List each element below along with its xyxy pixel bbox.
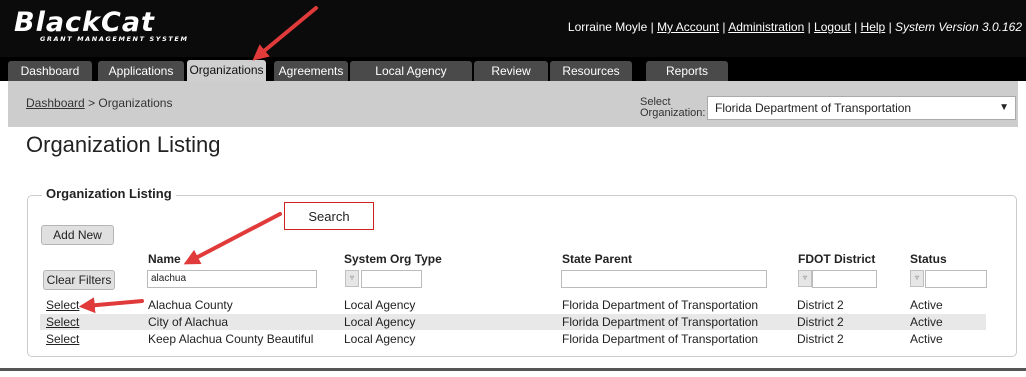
blackcat-logo[interactable]: BlackCat [14, 9, 155, 36]
select-label-line2: Organization: [640, 107, 706, 119]
user-name: Lorraine Moyle [567, 20, 648, 34]
org-type-cell: Local Agency [344, 315, 416, 329]
status-cell: Active [910, 332, 943, 346]
clear-filters-button[interactable]: Clear Filters [43, 270, 115, 290]
org-type-cell: Local Agency [344, 332, 416, 346]
page-title: Organization Listing [26, 132, 221, 157]
table-row: Select Keep Alachua County Beautiful Loc… [40, 331, 986, 347]
footer-divider [0, 368, 1026, 371]
state-parent-cell: Florida Department of Transportation [562, 298, 759, 312]
organization-select[interactable]: Florida Department of Transportation ▼ [707, 96, 1016, 120]
chevron-down-icon: ▼ [999, 102, 1009, 113]
status-cell: Active [910, 315, 943, 329]
tab-local-agency-contracts[interactable]: Local Agency Contracts [350, 61, 472, 98]
table-row: Select City of Alachua Local Agency Flor… [40, 314, 986, 330]
tab-organizations[interactable]: Organizations [187, 60, 266, 81]
state-parent-cell: Florida Department of Transportation [562, 332, 759, 346]
org-type-cell: Local Agency [344, 298, 416, 312]
state-parent-filter-input[interactable] [561, 270, 767, 288]
column-header-system-org-type[interactable]: System Org Type [344, 252, 442, 266]
panel-legend: Organization Listing [42, 186, 176, 201]
district-cell: District 2 [797, 315, 844, 329]
tab-reports[interactable]: Reports [646, 61, 728, 81]
organization-select-value: Florida Department of Transportation [715, 101, 912, 115]
search-callout: Search [284, 202, 374, 230]
filter-icon[interactable]: ▿ [798, 270, 812, 287]
select-link[interactable]: Select [46, 297, 79, 313]
tab-agreements[interactable]: Agreements [274, 61, 348, 81]
table-row: Select Alachua County Local Agency Flori… [40, 297, 986, 313]
logo-subtitle: GRANT MANAGEMENT SYSTEM [40, 35, 189, 43]
status-cell: Active [910, 298, 943, 312]
tab-review[interactable]: Review [474, 61, 548, 81]
main-nav: Dashboard Applications Organizations Agr… [0, 57, 1026, 98]
select-link[interactable]: Select [46, 331, 79, 347]
column-header-state-parent[interactable]: State Parent [562, 252, 632, 266]
add-new-button[interactable]: Add New [41, 225, 114, 245]
org-name-cell: City of Alachua [148, 315, 229, 329]
administration-link[interactable]: Administration [728, 20, 804, 34]
filter-icon[interactable]: ▿ [345, 270, 359, 287]
top-header: BlackCat GRANT MANAGEMENT SYSTEM Lorrain… [0, 0, 1026, 57]
org-name-cell: Alachua County [148, 298, 233, 312]
org-name-cell: Keep Alachua County Beautiful [148, 332, 314, 346]
status-filter-input[interactable] [925, 270, 987, 288]
my-account-link[interactable]: My Account [657, 20, 719, 34]
user-links: Lorraine Moyle | My Account | Administra… [567, 20, 1022, 34]
column-header-fdot-district[interactable]: FDOT District [798, 252, 875, 266]
system-org-type-filter-input[interactable] [361, 270, 422, 288]
district-cell: District 2 [797, 332, 844, 346]
select-organization-label: Select Organization: [640, 97, 705, 119]
tab-applications[interactable]: Applications [98, 61, 184, 81]
help-link[interactable]: Help [861, 20, 886, 34]
column-header-name[interactable]: Name [148, 252, 181, 266]
name-filter-input[interactable]: alachua [147, 270, 317, 288]
system-version: System Version 3.0.162 [895, 20, 1022, 34]
breadcrumb-current: Organizations [98, 96, 173, 110]
tab-resources[interactable]: Resources [550, 61, 632, 81]
district-cell: District 2 [797, 298, 844, 312]
logout-link[interactable]: Logout [814, 20, 851, 34]
tab-dashboard[interactable]: Dashboard [8, 61, 92, 81]
breadcrumb-separator: > [88, 96, 96, 110]
filter-icon[interactable]: ▿ [910, 270, 924, 287]
column-header-status[interactable]: Status [910, 252, 947, 266]
breadcrumb-dashboard-link[interactable]: Dashboard [26, 96, 85, 110]
select-link[interactable]: Select [46, 314, 79, 330]
fdot-district-filter-input[interactable] [812, 270, 877, 288]
state-parent-cell: Florida Department of Transportation [562, 315, 759, 329]
breadcrumb: Dashboard > Organizations [26, 96, 172, 110]
